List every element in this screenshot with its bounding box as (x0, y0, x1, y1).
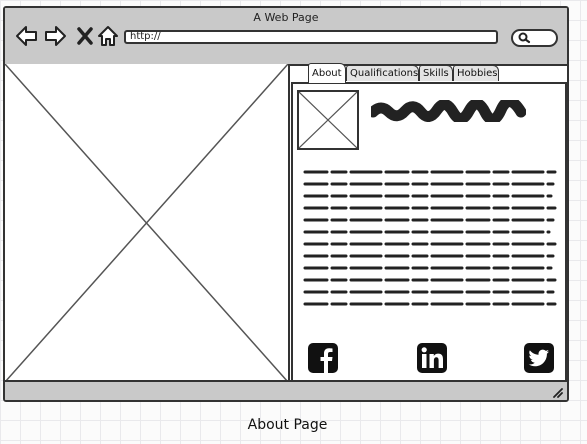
placeholder-cross (5, 63, 289, 383)
search-icon (518, 32, 531, 44)
title-bar: A Web Page http:// (5, 8, 567, 66)
window-title: A Web Page (253, 11, 319, 24)
close-icon[interactable] (73, 24, 97, 48)
search-field[interactable] (511, 29, 558, 47)
browser-window: A Web Page http:// About Qualifications (3, 6, 569, 402)
tab-bar: About Qualifications Skills Hobbies (292, 63, 567, 83)
body-text-scribble (303, 170, 557, 306)
tab-about[interactable]: About (308, 63, 346, 83)
address-bar[interactable]: http:// (124, 30, 498, 44)
tab-qualifications[interactable]: Qualifications (346, 65, 419, 81)
page-caption: About Page (247, 417, 328, 433)
linkedin-icon[interactable] (416, 342, 448, 374)
about-panel (291, 82, 567, 382)
facebook-icon[interactable] (307, 342, 339, 374)
resize-grip-icon[interactable] (551, 386, 563, 398)
placeholder-cross (298, 91, 358, 149)
home-icon[interactable] (96, 24, 120, 48)
tab-skills[interactable]: Skills (419, 65, 453, 81)
heading-scribble (371, 100, 526, 122)
profile-image-placeholder (297, 90, 359, 150)
image-placeholder (5, 63, 290, 383)
tab-hobbies[interactable]: Hobbies (453, 65, 499, 81)
arrow-left-icon[interactable] (15, 24, 39, 48)
arrow-right-icon[interactable] (43, 24, 67, 48)
twitter-icon[interactable] (523, 342, 555, 374)
status-bar (5, 380, 567, 400)
